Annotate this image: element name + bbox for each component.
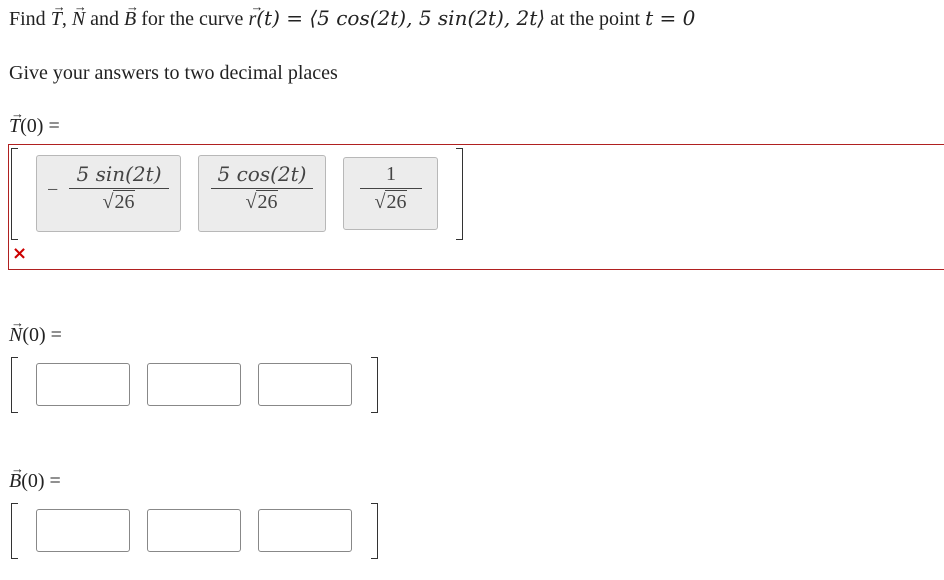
T-label-symbol: T — [9, 106, 24, 138]
find-word: Find — [9, 8, 46, 30]
T-entry-2[interactable]: 5 cos(2t) √26 — [198, 155, 326, 232]
T-entry-1-fraction: 5 sin(2t) √26 — [69, 162, 169, 214]
instruction-text: Give your answers to two decimal places — [9, 62, 338, 84]
B-label: B(0) = — [9, 461, 61, 493]
B-left-bracket — [11, 503, 18, 559]
for-curve-text: for the curve — [141, 8, 244, 30]
T-entry-1-sign: − — [47, 179, 59, 201]
B-label-symbol: B — [9, 461, 24, 493]
curve-definition: (t) = ⟨5 cos(2t), 5 sin(2t), 2t⟩ — [256, 6, 546, 30]
T-entry-1-den-value: 26 — [113, 190, 136, 213]
N-vector-symbol: N — [72, 0, 87, 31]
T-vector-symbol: T — [51, 0, 66, 31]
at-point-text: at the point — [550, 8, 641, 30]
t-value: t = 0 — [645, 6, 696, 30]
and-word: and — [90, 8, 120, 30]
T-entry-3-den-value: 26 — [385, 190, 408, 213]
T-entry-2-denominator: √26 — [211, 189, 313, 214]
T-entry-2-numerator: 5 cos(2t) — [211, 162, 313, 189]
sqrt-symbol: √ — [245, 191, 257, 213]
T-entry-1-denominator: √26 — [69, 189, 169, 214]
B-right-bracket — [371, 503, 378, 559]
T-label: T(0) = — [9, 106, 60, 138]
question-prompt: Find T, N and B for the curve r(t) = ⟨5 … — [9, 0, 696, 31]
N-label-symbol: N — [9, 315, 24, 347]
B-vector-symbol: B — [124, 0, 139, 31]
B-label-suffix: (0) = — [21, 470, 61, 492]
incorrect-icon: × — [12, 243, 28, 264]
sqrt-symbol: √ — [374, 191, 386, 213]
N-label: N(0) = — [9, 315, 62, 347]
T-entry-3-fraction: 1 √26 — [360, 163, 422, 214]
N-input-3[interactable] — [258, 363, 352, 406]
T-label-suffix: (0) = — [20, 115, 60, 137]
T-entry-1-numerator: 5 sin(2t) — [69, 162, 169, 189]
T-entry-3[interactable]: 1 √26 — [343, 157, 438, 230]
T-right-bracket — [456, 148, 463, 240]
T-entry-2-fraction: 5 cos(2t) √26 — [211, 162, 313, 214]
sqrt-symbol: √ — [102, 191, 114, 213]
r-vector-symbol: r — [248, 0, 263, 31]
T-entry-3-numerator: 1 — [360, 163, 422, 189]
N-label-suffix: (0) = — [22, 324, 62, 346]
N-right-bracket — [371, 357, 378, 413]
N-input-2[interactable] — [147, 363, 241, 406]
B-input-2[interactable] — [147, 509, 241, 552]
B-input-1[interactable] — [36, 509, 130, 552]
T-entry-1[interactable]: − 5 sin(2t) √26 — [36, 155, 181, 232]
T-entry-3-denominator: √26 — [360, 189, 422, 214]
T-left-bracket — [11, 148, 18, 240]
N-left-bracket — [11, 357, 18, 413]
B-input-3[interactable] — [258, 509, 352, 552]
T-entry-2-den-value: 26 — [256, 190, 279, 213]
N-input-1[interactable] — [36, 363, 130, 406]
